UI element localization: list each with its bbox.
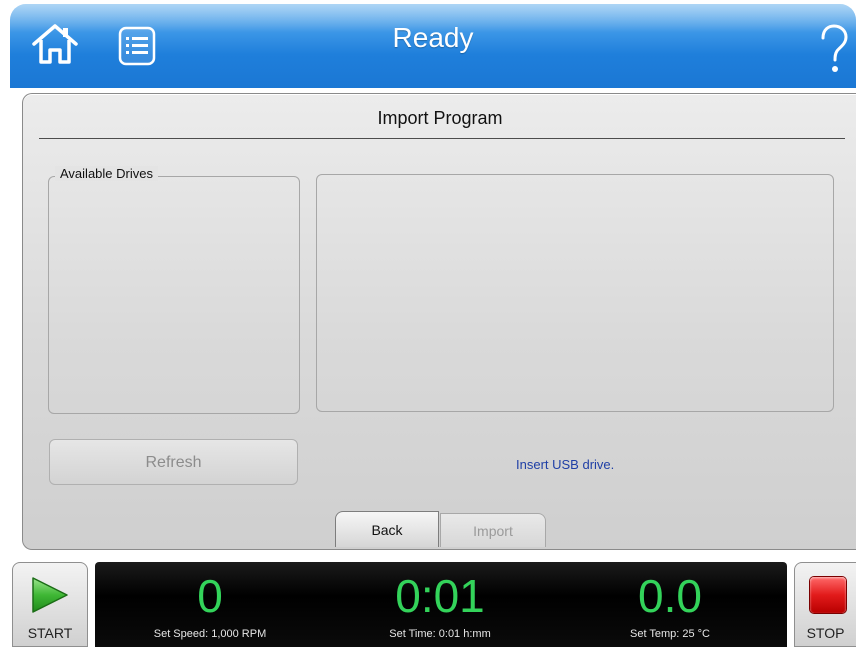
program-list[interactable]: [316, 174, 834, 412]
import-program-panel: Import Program Available Drives Refresh …: [22, 93, 856, 550]
title-divider: [39, 138, 845, 139]
import-button[interactable]: Import: [440, 513, 546, 547]
set-speed-label: Set Speed: 1,000 RPM: [153, 628, 267, 640]
run-readout-display: 0 Set Speed: 1,000 RPM 0:01 Set Time: 0:…: [95, 562, 787, 647]
temp-readout: 0.0 Set Temp: 25 °C: [555, 562, 785, 647]
time-readout: 0:01 Set Time: 0:01 h:mm: [325, 562, 555, 647]
header-bar: Ready: [10, 4, 856, 88]
speed-value: 0: [197, 570, 223, 622]
available-drives-list[interactable]: [48, 176, 300, 414]
start-label: START: [27, 625, 73, 641]
help-button[interactable]: [818, 24, 850, 76]
set-time-label: Set Time: 0:01 h:mm: [389, 628, 491, 640]
stop-button[interactable]: STOP: [794, 562, 856, 647]
time-value: 0:01: [395, 570, 485, 622]
play-icon: [32, 577, 68, 613]
speed-readout: 0 Set Speed: 1,000 RPM: [95, 562, 325, 647]
temp-value: 0.0: [638, 570, 702, 622]
stop-label: STOP: [806, 625, 845, 641]
help-question-icon: [821, 24, 848, 72]
start-button[interactable]: START: [12, 562, 88, 647]
available-drives-label: Available Drives: [55, 166, 158, 181]
set-temp-label: Set Temp: 25 °C: [629, 628, 710, 640]
back-button[interactable]: Back: [335, 511, 439, 547]
screen: Ready Import Program Available Drives Re…: [0, 0, 856, 647]
panel-title: Import Program: [377, 108, 503, 128]
header-title: Ready: [392, 22, 474, 53]
status-message: Insert USB drive.: [516, 457, 615, 472]
stop-icon: [810, 577, 846, 613]
refresh-button[interactable]: Refresh: [49, 439, 298, 485]
